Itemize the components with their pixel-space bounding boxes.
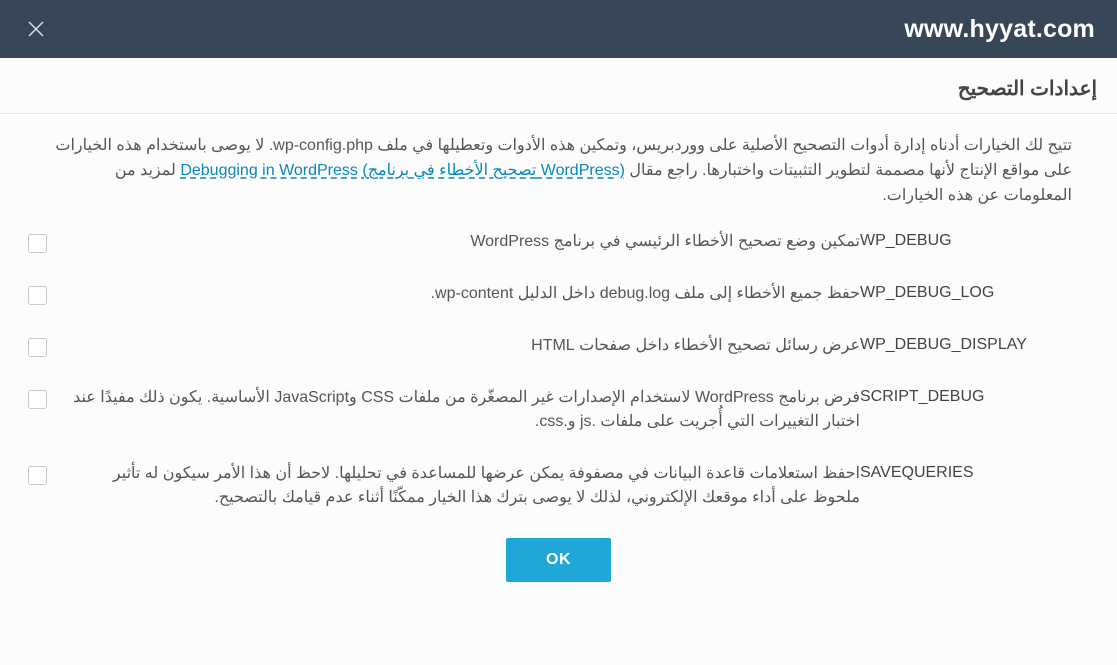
checkbox-script-debug[interactable] <box>28 390 47 409</box>
checkbox-savequeries[interactable] <box>28 466 47 485</box>
option-name: SCRIPT_DEBUG <box>860 386 1075 406</box>
option-row-wp-debug-display: WP_DEBUG_DISPLAY عرض رسائل تصحيح الأخطاء… <box>28 334 1075 358</box>
options-list: WP_DEBUG تمكين وضع تصحيح الأخطاء الرئيسي… <box>28 230 1075 510</box>
option-row-wp-debug-log: WP_DEBUG_LOG حفظ جميع الأخطاء إلى ملف de… <box>28 282 1075 306</box>
option-row-savequeries: SAVEQUERIES احفظ استعلامات قاعدة البيانا… <box>28 462 1075 510</box>
option-name: WP_DEBUG_DISPLAY <box>860 334 1075 354</box>
option-name: SAVEQUERIES <box>860 462 1075 482</box>
intro-text: تتيح لك الخيارات أدناه إدارة أدوات التصح… <box>55 134 1072 208</box>
checkbox-wp-debug[interactable] <box>28 234 47 253</box>
checkbox-wp-debug-display[interactable] <box>28 338 47 357</box>
option-name: WP_DEBUG_LOG <box>860 282 1075 302</box>
option-desc: تمكين وضع تصحيح الأخطاء الرئيسي في برنام… <box>61 230 860 254</box>
checkbox-wp-debug-log[interactable] <box>28 286 47 305</box>
option-row-script-debug: SCRIPT_DEBUG فرض برنامج WordPress لاستخد… <box>28 386 1075 434</box>
option-desc: فرض برنامج WordPress لاستخدام الإصدارات … <box>61 386 860 434</box>
divider <box>0 113 1117 114</box>
site-title: www.hyyat.com <box>904 15 1095 44</box>
close-icon[interactable] <box>28 21 44 37</box>
option-row-wp-debug: WP_DEBUG تمكين وضع تصحيح الأخطاء الرئيسي… <box>28 230 1075 254</box>
modal-footer: OK <box>20 538 1097 582</box>
option-desc: عرض رسائل تصحيح الأخطاء داخل صفحات HTML <box>61 334 860 358</box>
option-desc: احفظ استعلامات قاعدة البيانات في مصفوفة … <box>61 462 860 510</box>
modal-header: www.hyyat.com <box>0 0 1117 58</box>
option-desc: حفظ جميع الأخطاء إلى ملف debug.log داخل … <box>61 282 860 306</box>
option-name: WP_DEBUG <box>860 230 1075 250</box>
ok-button[interactable]: OK <box>506 538 611 582</box>
debugging-link[interactable]: Debugging in WordPress (تصحيح الأخطاء في… <box>180 162 625 179</box>
page-title: إعدادات التصحيح <box>20 76 1097 113</box>
